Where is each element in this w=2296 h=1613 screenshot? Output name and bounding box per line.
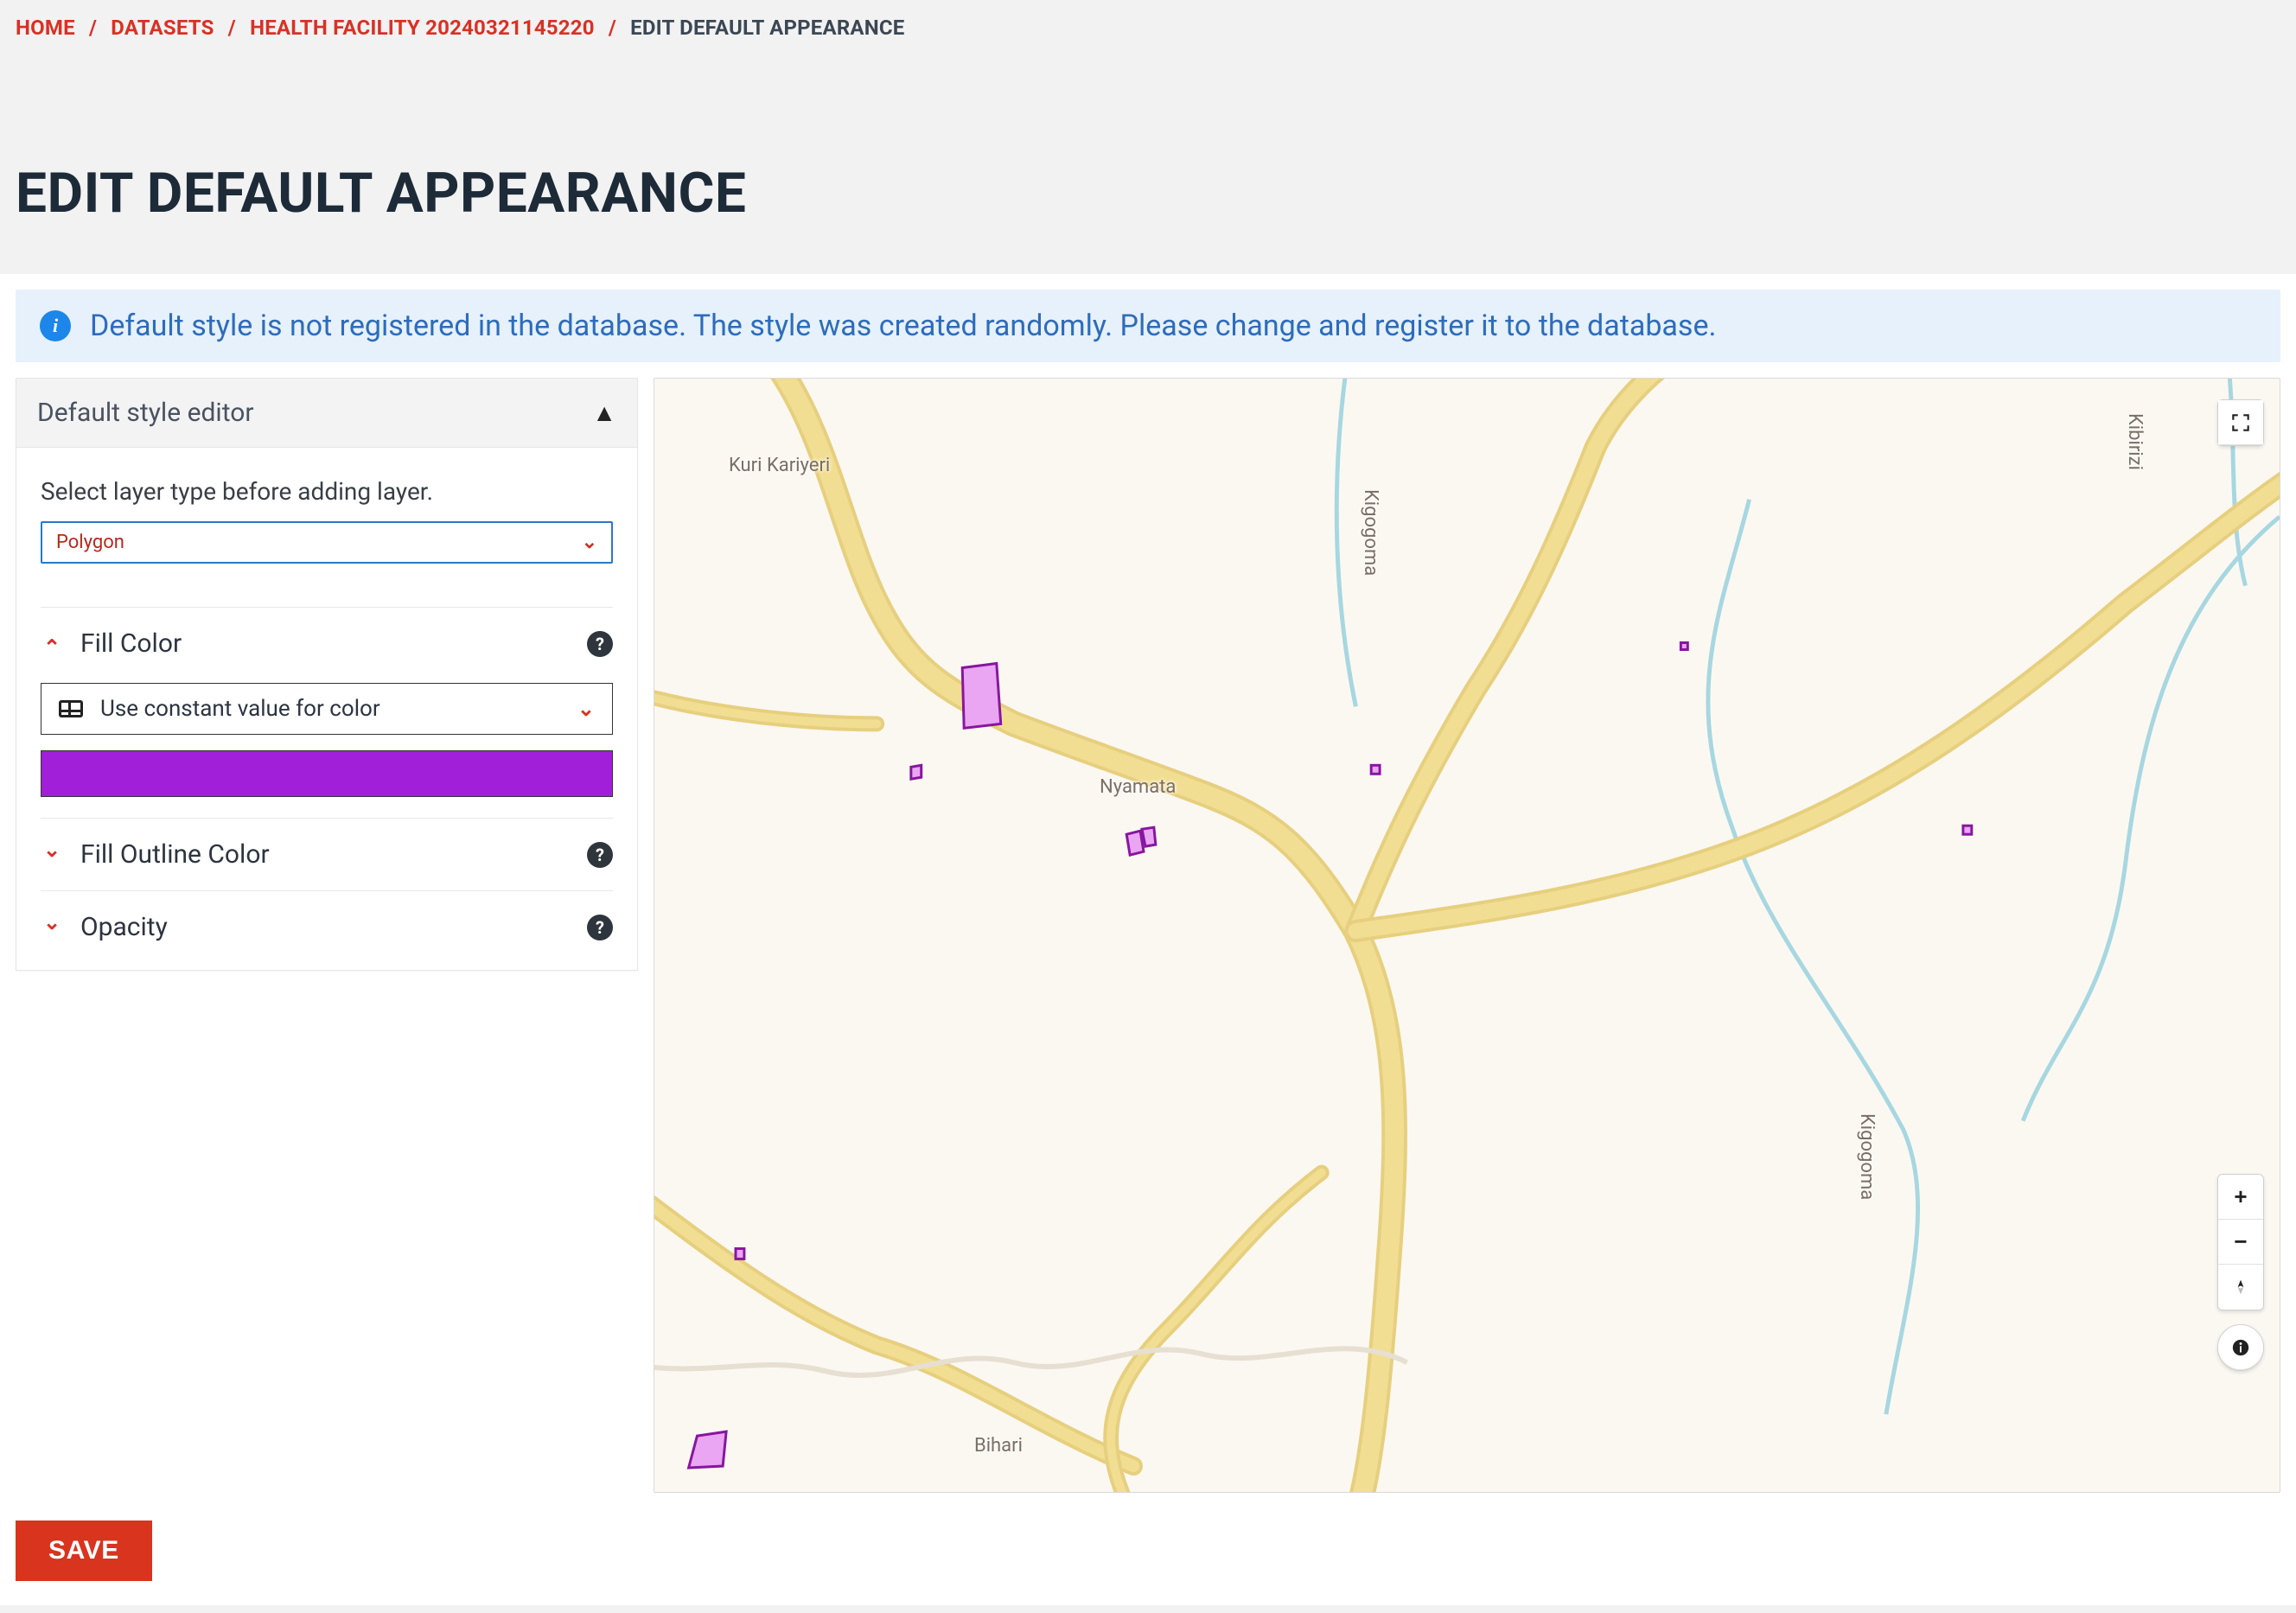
map[interactable]: Kuri Kariyeri Nyamata Bihari Kigogoma Ki… <box>654 378 2280 1493</box>
breadcrumb-home[interactable]: HOME <box>16 16 75 40</box>
color-mode-label: Use constant value for color <box>100 696 560 722</box>
layer-type-help: Select layer type before adding layer. <box>41 477 613 506</box>
help-icon[interactable]: ? <box>587 631 613 657</box>
breadcrumb-separator: / <box>600 16 625 40</box>
layer-type-select[interactable]: Polygon ⌄ <box>41 521 613 564</box>
section-fill-color: Fill Color ? Use constant value for colo… <box>41 607 613 818</box>
section-opacity: Opacity ? <box>41 890 613 963</box>
chevron-down-icon: ⌄ <box>582 532 597 553</box>
chevron-down-icon: ⌄ <box>577 697 595 721</box>
help-icon[interactable]: ? <box>587 842 613 868</box>
zoom-out-button[interactable]: − <box>2218 1220 2263 1265</box>
attribution-button[interactable] <box>2218 1325 2263 1370</box>
save-button[interactable]: SAVE <box>16 1521 152 1581</box>
breadcrumb-dataset[interactable]: HEALTH FACILITY 20240321145220 <box>250 16 595 40</box>
section-toggle-fill-outline-color[interactable]: Fill Outline Color ? <box>41 839 613 870</box>
info-icon: i <box>40 310 71 341</box>
zoom-in-button[interactable]: + <box>2218 1175 2263 1220</box>
panel-title: Default style editor <box>37 398 254 428</box>
info-banner: i Default style is not registered in the… <box>16 290 2280 362</box>
fullscreen-button[interactable] <box>2218 400 2263 445</box>
info-text: Default style is not registered in the d… <box>90 309 1716 343</box>
section-toggle-fill-color[interactable]: Fill Color ? <box>41 628 613 659</box>
section-title: Opacity <box>80 912 570 942</box>
color-swatch[interactable] <box>41 750 613 797</box>
map-attribution-control <box>2217 1324 2264 1371</box>
breadcrumb-separator: / <box>220 16 245 40</box>
style-editor-panel: Default style editor ▲ Select layer type… <box>16 378 638 971</box>
compass-icon <box>2232 1278 2249 1296</box>
layer-type-value: Polygon <box>56 532 124 553</box>
chevron-up-icon: ▲ <box>592 398 616 427</box>
help-icon[interactable]: ? <box>587 915 613 940</box>
page-header: HOME / DATASETS / HEALTH FACILITY 202403… <box>0 0 2296 274</box>
breadcrumb-current: EDIT DEFAULT APPEARANCE <box>630 16 904 40</box>
breadcrumb-separator: / <box>80 16 105 40</box>
table-icon <box>59 700 83 717</box>
map-zoom-control: + − <box>2217 1174 2264 1310</box>
breadcrumb: HOME / DATASETS / HEALTH FACILITY 202403… <box>16 16 2280 40</box>
chevron-down-icon <box>41 916 63 939</box>
section-toggle-opacity[interactable]: Opacity ? <box>41 912 613 942</box>
map-fullscreen-control <box>2217 399 2264 446</box>
section-title: Fill Color <box>80 628 570 659</box>
reset-north-button[interactable] <box>2218 1265 2263 1310</box>
section-fill-outline-color: Fill Outline Color ? <box>41 818 613 890</box>
breadcrumb-datasets[interactable]: DATASETS <box>111 16 214 40</box>
chevron-down-icon <box>41 844 63 866</box>
fullscreen-icon <box>2229 411 2252 434</box>
map-vector-layer <box>654 379 2280 1492</box>
panel-toggle[interactable]: Default style editor ▲ <box>16 379 637 448</box>
chevron-up-icon <box>41 633 63 655</box>
info-icon <box>2231 1338 2250 1357</box>
section-title: Fill Outline Color <box>80 839 570 870</box>
page-title: EDIT DEFAULT APPEARANCE <box>16 161 2280 226</box>
color-mode-select[interactable]: Use constant value for color ⌄ <box>41 683 613 735</box>
